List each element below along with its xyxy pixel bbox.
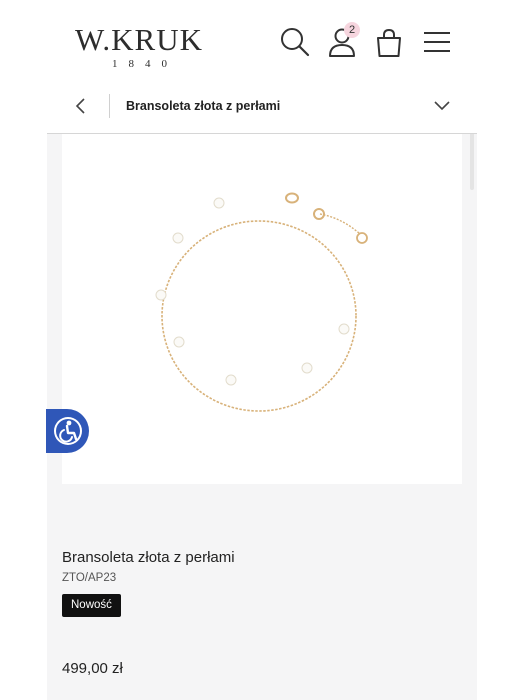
search-icon[interactable] (279, 26, 311, 58)
breadcrumb-label[interactable]: Bransoleta złota z perłami (126, 99, 280, 113)
breadcrumb: Bransoleta złota z perłami (47, 82, 477, 134)
accessibility-button[interactable] (46, 409, 89, 453)
logo-text: W.KRUK (74, 22, 203, 57)
product-sku: ZTO/AP23 (62, 572, 117, 584)
cart-icon[interactable] (373, 26, 405, 58)
new-badge: Nowość (62, 594, 121, 617)
brand-logo[interactable]: W.KRUK 1840 (69, 22, 209, 71)
product-price: 499,00 zł (62, 660, 123, 677)
logo-year: 1840 (112, 58, 178, 70)
bracelet-illustration (155, 192, 368, 412)
product-image[interactable] (62, 134, 462, 484)
menu-icon[interactable] (421, 26, 453, 58)
chevron-down-icon[interactable] (433, 98, 451, 112)
back-chevron-icon[interactable] (73, 95, 89, 117)
site-header: W.KRUK 1840 (47, 0, 477, 82)
accessibility-icon (54, 417, 82, 445)
cart-count-badge: 2 (344, 22, 360, 38)
breadcrumb-divider (109, 94, 110, 118)
product-title: Bransoleta złota z perłami (62, 549, 235, 566)
